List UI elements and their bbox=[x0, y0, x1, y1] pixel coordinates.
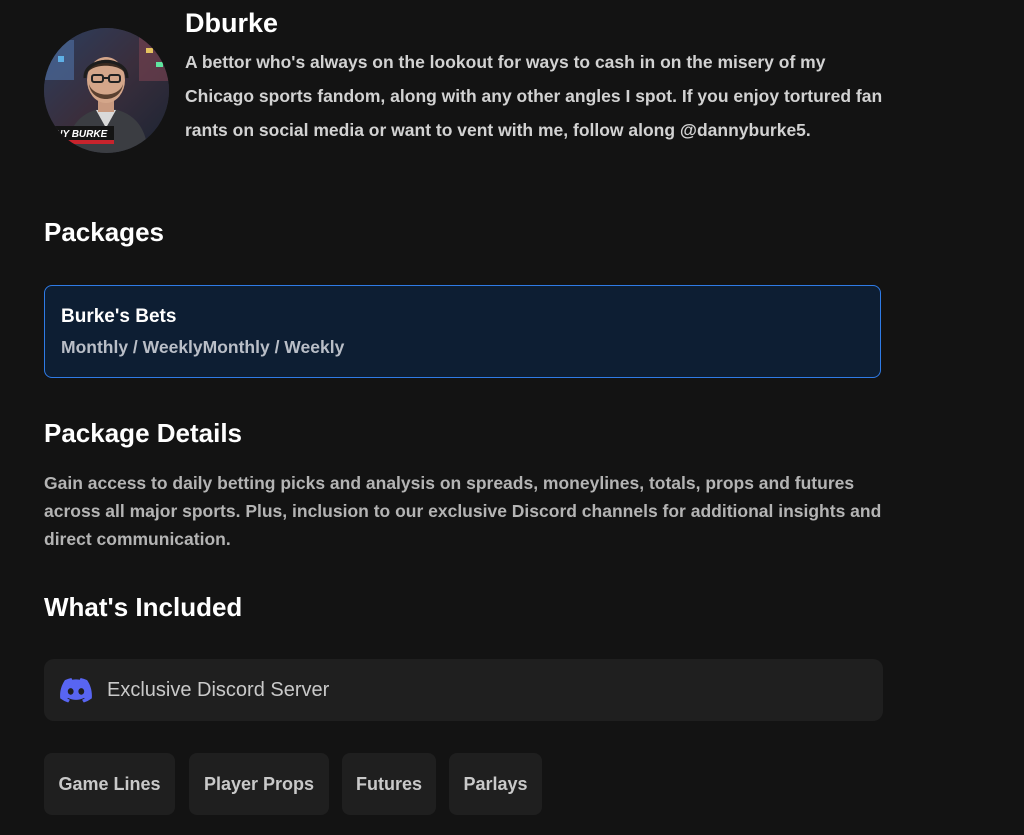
package-card-burkes-bets[interactable]: Burke's Bets Monthly / WeeklyMonthly / W… bbox=[44, 285, 881, 378]
tag-game-lines[interactable]: Game Lines bbox=[44, 753, 175, 815]
discord-server-label: Exclusive Discord Server bbox=[107, 679, 330, 701]
tag-futures[interactable]: Futures bbox=[342, 753, 436, 815]
avatar-photo: NNY BURKE bbox=[44, 28, 169, 153]
package-period: Monthly / WeeklyMonthly / Weekly bbox=[61, 337, 345, 357]
tag-player-props[interactable]: Player Props bbox=[189, 753, 329, 815]
included-discord-server: Exclusive Discord Server bbox=[44, 659, 883, 721]
profile-bio: A bettor who's always on the lookout for… bbox=[185, 52, 883, 140]
packages-heading: Packages bbox=[44, 217, 164, 247]
package-details-text: Gain access to daily betting picks and a… bbox=[44, 473, 882, 549]
whats-included-heading: What's Included bbox=[44, 592, 243, 622]
tag-parlays[interactable]: Parlays bbox=[449, 753, 542, 815]
creator-package-page: NNY BURKE Dburke A bettor who's always o… bbox=[0, 0, 1024, 835]
avatar: NNY BURKE bbox=[44, 28, 169, 153]
package-details-heading: Package Details bbox=[44, 418, 243, 448]
avatar-banner-text: NNY BURKE bbox=[48, 129, 108, 140]
username: Dburke bbox=[185, 8, 279, 38]
discord-icon bbox=[60, 678, 92, 703]
package-name: Burke's Bets bbox=[61, 306, 177, 327]
